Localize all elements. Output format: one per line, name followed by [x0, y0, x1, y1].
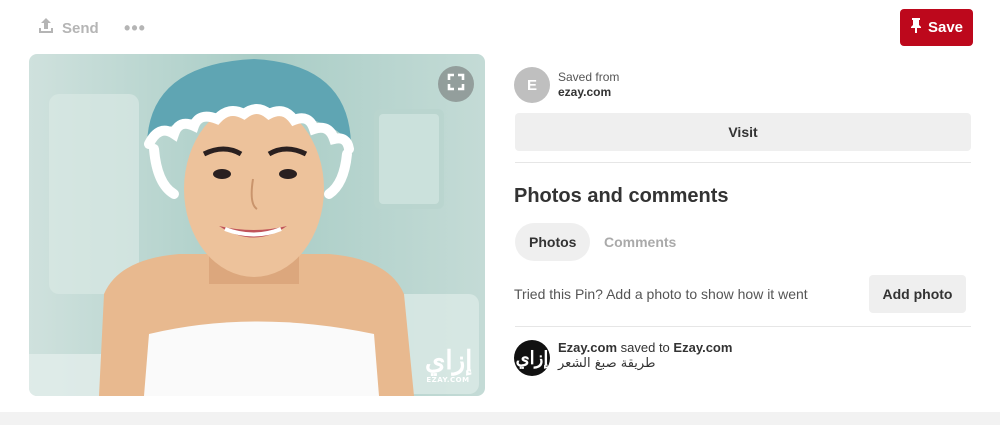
- save-button[interactable]: Save: [900, 9, 973, 46]
- pin-closeup-page: Send ••• Save إزاي EZAY.COM E Saved from…: [0, 0, 1000, 425]
- source-avatar: E: [514, 67, 550, 103]
- tried-pin-prompt: Tried this Pin? Add a photo to show how …: [514, 286, 808, 302]
- divider: [515, 162, 971, 163]
- divider: [515, 326, 971, 327]
- tab-photos-label: Photos: [529, 234, 577, 250]
- watermark-script: إزاي: [425, 346, 473, 376]
- pin-image[interactable]: إزاي EZAY.COM: [29, 54, 485, 396]
- page-bottom-edge: [0, 412, 1000, 425]
- saved-to-text: saved to: [620, 340, 670, 355]
- add-photo-label: Add photo: [882, 286, 953, 302]
- board-name-link[interactable]: Ezay.com: [673, 340, 732, 355]
- source-attribution[interactable]: E Saved from ezay.com: [514, 66, 619, 104]
- saver-line: Ezay.com saved to Ezay.com: [558, 340, 732, 356]
- pushpin-icon: [910, 18, 922, 37]
- watermark-latin: EZAY.COM: [426, 376, 470, 384]
- ellipsis-icon: •••: [124, 17, 146, 38]
- pin-description: طريقة صبغ الشعر: [558, 356, 656, 371]
- save-label: Save: [927, 19, 964, 36]
- tab-photos[interactable]: Photos: [515, 223, 591, 261]
- send-button[interactable]: Send: [36, 14, 99, 42]
- add-photo-button[interactable]: Add photo: [869, 275, 966, 313]
- pin-illustration: [29, 54, 485, 396]
- send-label: Send: [62, 19, 99, 37]
- visit-label: Visit: [728, 124, 758, 140]
- visit-button[interactable]: Visit: [515, 113, 971, 151]
- saver-attribution: إزاي Ezay.com saved to Ezay.com طريقة صب…: [514, 340, 732, 376]
- ezay-watermark-logo: إزاي EZAY.COM: [425, 346, 473, 384]
- saver-avatar[interactable]: إزاي: [514, 340, 550, 376]
- upload-arrow-icon: [36, 16, 56, 40]
- photos-comments-title: Photos and comments: [514, 185, 729, 207]
- tab-comments-label: Comments: [604, 234, 677, 250]
- tab-comments[interactable]: Comments: [590, 223, 690, 261]
- expand-icon: [446, 72, 466, 97]
- more-options-button[interactable]: •••: [120, 14, 150, 42]
- saved-from-label: Saved from: [558, 70, 620, 84]
- expand-image-button[interactable]: [438, 66, 474, 102]
- source-domain-link[interactable]: ezay.com: [558, 85, 619, 100]
- saver-name-link[interactable]: Ezay.com: [558, 340, 617, 355]
